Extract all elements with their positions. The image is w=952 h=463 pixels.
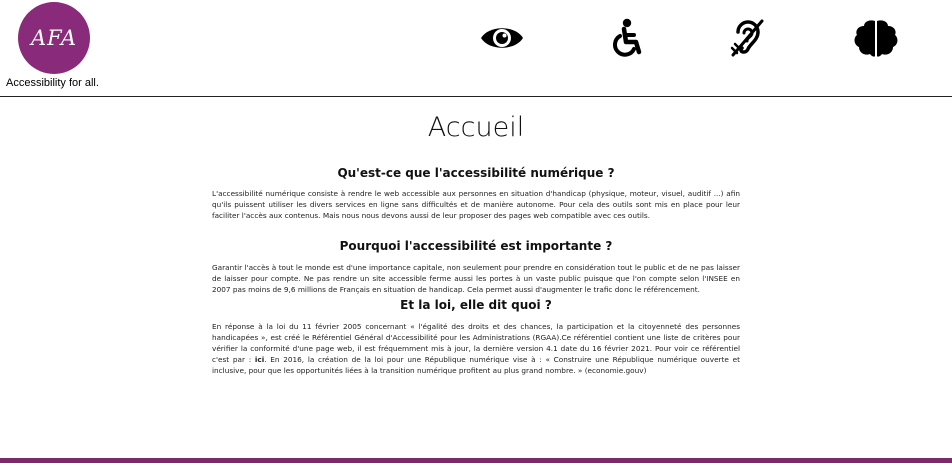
section-title-law: Et la loi, elle dit quoi ?	[400, 298, 552, 312]
site-header: AFA Accessibility for all.	[0, 0, 952, 97]
brain-icon	[854, 20, 898, 57]
main-content: Accueil Qu'est-ce que l'accessibilité nu…	[212, 108, 740, 376]
section-title-why: Pourquoi l'accessibilité est importante …	[339, 239, 613, 253]
section-paragraph-why: Garantir l'accès à tout le monde est d'u…	[212, 263, 740, 294]
nav-hearing-button[interactable]	[724, 16, 772, 60]
section-paragraph-law: En réponse à la loi du 11 février 2005 c…	[212, 321, 740, 376]
nav-visual-button[interactable]	[478, 16, 526, 60]
page-title: Accueil	[427, 112, 525, 143]
tagline: Accessibility for all.	[6, 77, 99, 89]
logo-link[interactable]: AFA	[18, 2, 90, 74]
law-text-end: . En 2016, la création de la loi pour un…	[212, 355, 740, 375]
deaf-ear-icon	[730, 19, 764, 57]
logo: AFA	[18, 2, 90, 74]
section-title-what: Qu'est-ce que l'accessibilité numérique …	[337, 166, 615, 180]
eye-icon	[481, 28, 523, 48]
logo-text: AFA	[30, 26, 78, 50]
footer-bar	[0, 458, 952, 463]
nav-motor-button[interactable]	[604, 16, 652, 60]
wheelchair-icon	[613, 18, 642, 57]
rgaa-link[interactable]: ici	[255, 355, 264, 364]
section-paragraph-what: L'accessibilité numérique consiste à ren…	[212, 189, 740, 220]
nav-cognitive-button[interactable]	[852, 16, 900, 60]
